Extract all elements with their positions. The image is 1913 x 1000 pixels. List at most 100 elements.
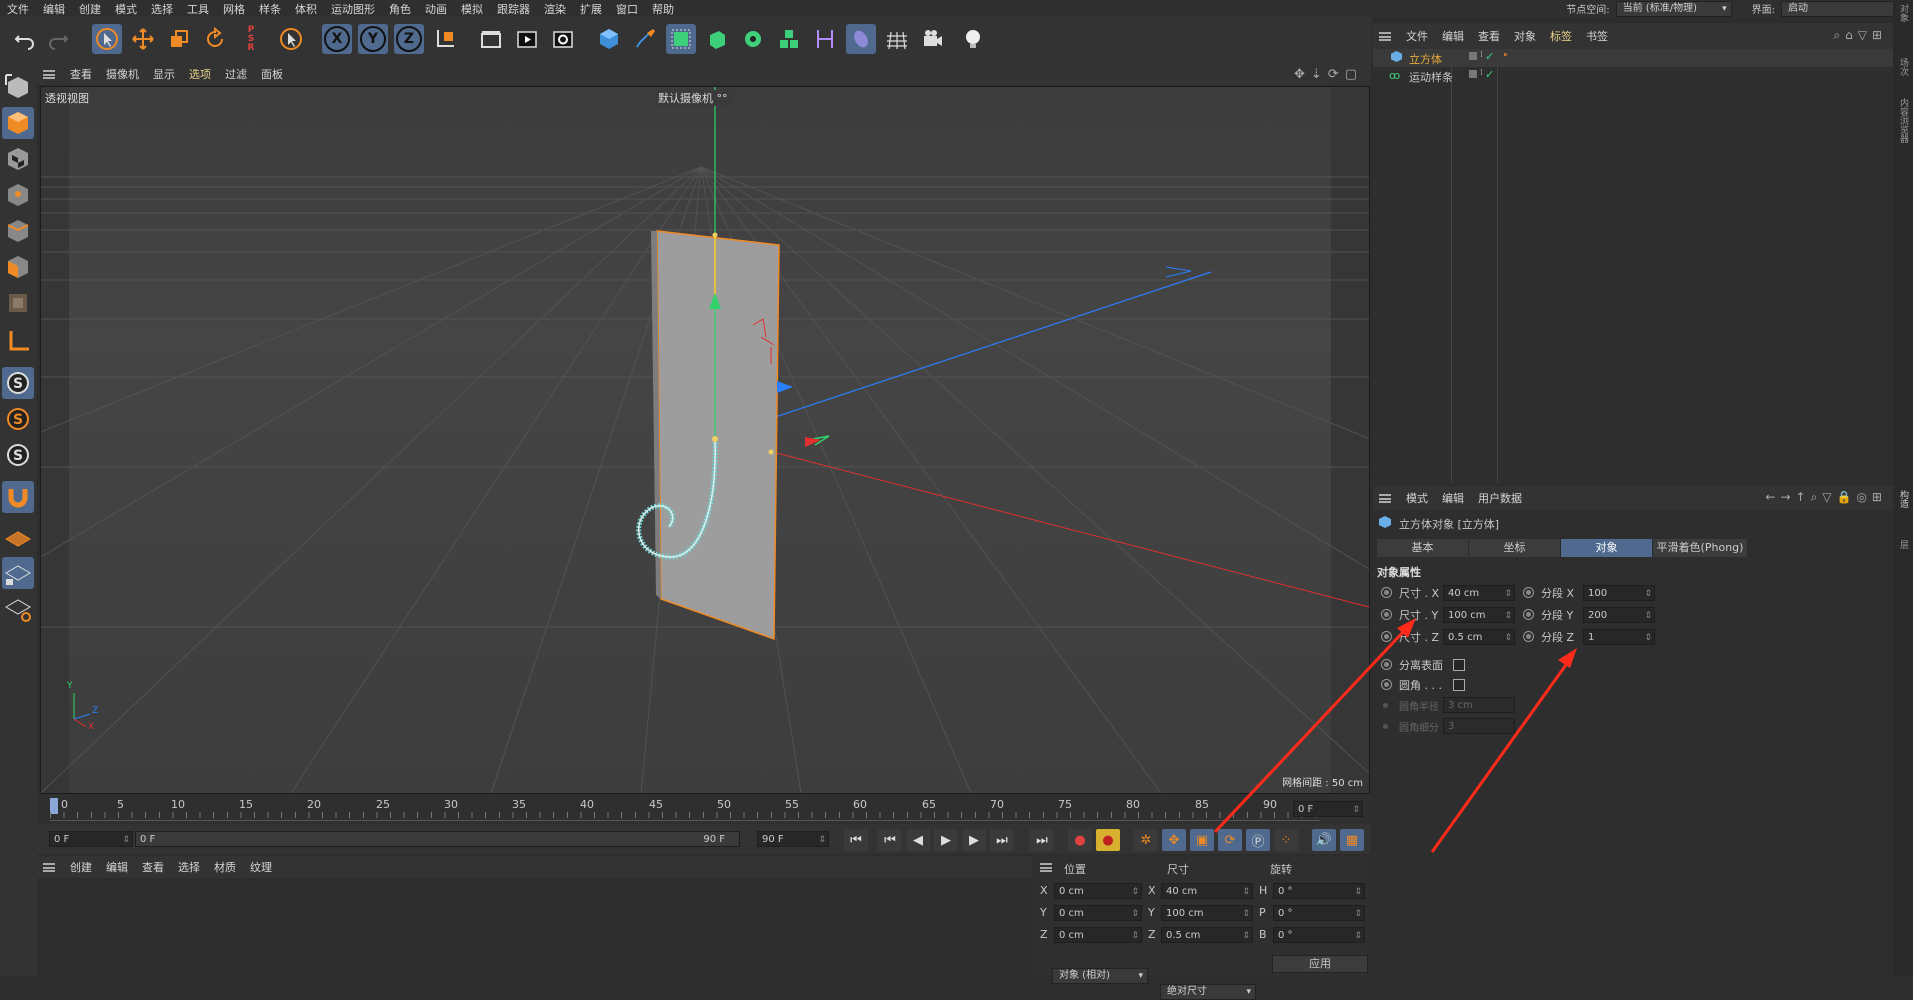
enabled-check-icon[interactable]: ✓ xyxy=(1485,50,1494,63)
menu-spline[interactable]: 样条 xyxy=(252,1,288,17)
magnet-button[interactable] xyxy=(2,481,34,513)
menu-mesh[interactable]: 网格 xyxy=(216,1,252,17)
coord-mode-dropdown[interactable]: 对象 (相对) xyxy=(1052,968,1148,984)
viewport-nav-icons[interactable]: ✥⇣⟳▢ xyxy=(1294,67,1363,82)
size-y-input[interactable]: 100 cm xyxy=(1443,607,1515,624)
menu-animate[interactable]: 动画 xyxy=(418,1,454,17)
size-z-input[interactable]: 0.5 cm xyxy=(1443,629,1515,646)
menu-tracker[interactable]: 跟踪器 xyxy=(490,1,537,17)
tab-basic[interactable]: 基本 xyxy=(1377,539,1469,557)
attribute-menu-mode[interactable]: 模式 xyxy=(1399,490,1435,506)
record-param-button[interactable]: Ⓟ xyxy=(1246,829,1270,851)
size-z-field[interactable]: 0.5 cm xyxy=(1161,927,1253,944)
camera-button[interactable] xyxy=(918,24,948,54)
edge-mode-button[interactable] xyxy=(2,215,34,247)
object-menu-edit[interactable]: 编辑 xyxy=(1435,28,1471,44)
psr-button[interactable]: PSR xyxy=(236,24,266,54)
viewport-menu-cameras[interactable]: 摄像机 xyxy=(99,66,146,82)
segments-x-animate-icon[interactable] xyxy=(1523,587,1534,598)
lock-z-button[interactable]: Z xyxy=(394,24,424,54)
separate-surfaces-checkbox[interactable] xyxy=(1453,659,1465,671)
soft-selection-button[interactable]: S xyxy=(2,403,34,435)
object-menu-file[interactable]: 文件 xyxy=(1399,28,1435,44)
material-area[interactable] xyxy=(37,878,1032,976)
material-menu-create[interactable]: 创建 xyxy=(63,859,99,875)
undo-button[interactable] xyxy=(10,24,40,54)
menu-file[interactable]: 文件 xyxy=(0,1,36,17)
perspective-viewport[interactable]: 透视视图 默认摄像机 °° Y Z X 网格间距 : 50 cm xyxy=(40,86,1370,794)
object-menu-icon[interactable] xyxy=(1379,31,1391,41)
locked-workplane-button[interactable] xyxy=(2,557,34,589)
tag-icon[interactable]: ⁍ xyxy=(1503,50,1508,61)
size-x-input[interactable]: 40 cm xyxy=(1443,585,1515,602)
viewport-menu-filter[interactable]: 过滤 xyxy=(218,66,254,82)
cube-object[interactable] xyxy=(656,230,780,641)
enabled-check-icon[interactable]: ✓ xyxy=(1485,68,1494,81)
node-space-dropdown[interactable]: 当前 (标准/物理) xyxy=(1615,0,1732,17)
uv-mode-button[interactable] xyxy=(2,287,34,319)
object-menu-bookmarks[interactable]: 书签 xyxy=(1579,28,1615,44)
record-button[interactable]: ● xyxy=(1068,829,1092,851)
add-cube-button[interactable] xyxy=(594,24,624,54)
next-frame-button[interactable]: ▶ xyxy=(962,829,986,851)
tab-attributes-vertical[interactable]: 构造 xyxy=(1897,490,1910,508)
axis-mode-button[interactable] xyxy=(2,325,34,357)
viewport-menu-panel[interactable]: 面板 xyxy=(254,66,290,82)
frame-range-slider[interactable]: 0 F 90 F xyxy=(135,831,740,847)
pen-tool-button[interactable] xyxy=(630,24,660,54)
tab-coord[interactable]: 坐标 xyxy=(1469,539,1561,557)
object-name-cube[interactable]: 立方体 xyxy=(1409,51,1442,67)
autokey-button[interactable]: ● xyxy=(1096,829,1120,851)
play-button[interactable]: ▶ xyxy=(934,829,958,851)
menu-window[interactable]: 窗口 xyxy=(609,1,645,17)
next-key-button[interactable]: ⏭ xyxy=(990,829,1014,851)
layer-icon[interactable] xyxy=(1469,52,1477,60)
menu-create[interactable]: 创建 xyxy=(72,1,108,17)
scale-tool-button[interactable] xyxy=(164,24,194,54)
subdivision-button[interactable] xyxy=(666,24,696,54)
menu-mode[interactable]: 模式 xyxy=(108,1,144,17)
pos-x-field[interactable]: 0 cm xyxy=(1054,883,1142,900)
redo-button[interactable] xyxy=(43,24,73,54)
workplane-button[interactable] xyxy=(2,521,34,553)
mograph-button[interactable] xyxy=(774,24,804,54)
size-mode-dropdown[interactable]: 绝对尺寸 xyxy=(1160,984,1256,1000)
viewport-menu-view[interactable]: 查看 xyxy=(63,66,99,82)
record-scale-button[interactable]: ▣ xyxy=(1190,829,1214,851)
keyframe-selection-button[interactable]: ✲ xyxy=(1134,829,1158,851)
segments-x-input[interactable]: 100 xyxy=(1583,585,1655,602)
object-menu-object[interactable]: 对象 xyxy=(1507,28,1543,44)
render-view-button[interactable] xyxy=(512,24,542,54)
render-region-button[interactable] xyxy=(476,24,506,54)
viewport-menu-display[interactable]: 显示 xyxy=(146,66,182,82)
visibility-dots-icon[interactable]: ⁞ xyxy=(1480,50,1483,60)
rot-h-field[interactable]: 0 ° xyxy=(1273,883,1365,900)
timeline-ruler[interactable]: 0 5 10 15 20 25 30 35 40 45 50 55 60 65 … xyxy=(37,794,1371,824)
goto-start-button[interactable]: ⏮ xyxy=(844,829,868,851)
object-row[interactable]: 立方体 ⁞ ✓ ⁍ xyxy=(1373,49,1893,67)
material-menu-texture[interactable]: 纹理 xyxy=(243,859,279,875)
lock-y-button[interactable]: Y xyxy=(358,24,388,54)
point-mode-button[interactable] xyxy=(2,179,34,211)
tab-phong[interactable]: 平滑着色(Phong) xyxy=(1653,539,1748,557)
light-button[interactable] xyxy=(958,24,988,54)
menu-help[interactable]: 帮助 xyxy=(645,1,681,17)
goto-end-button[interactable]: ⏭ xyxy=(1030,829,1054,851)
size-y-animate-icon[interactable] xyxy=(1381,609,1392,620)
visibility-dots-icon[interactable]: ⁞ xyxy=(1480,68,1483,78)
pos-z-field[interactable]: 0 cm xyxy=(1054,927,1142,944)
model-mode-button[interactable] xyxy=(2,107,34,139)
field-button[interactable] xyxy=(846,24,876,54)
polygon-mode-button[interactable] xyxy=(2,251,34,283)
separate-surfaces-animate-icon[interactable] xyxy=(1381,659,1392,670)
end-frame-field[interactable]: 90 F xyxy=(757,831,829,848)
lock-x-button[interactable]: X xyxy=(322,24,352,54)
recent-tool-button[interactable] xyxy=(276,24,306,54)
layer-icon[interactable] xyxy=(1469,70,1477,78)
pos-y-field[interactable]: 0 cm xyxy=(1054,905,1142,922)
prev-frame-button[interactable]: ◀ xyxy=(906,829,930,851)
tab-objects-vertical[interactable]: 对象 xyxy=(1897,4,1910,22)
record-points-button[interactable]: ⁘ xyxy=(1274,829,1298,851)
menu-character[interactable]: 角色 xyxy=(382,1,418,17)
segments-y-input[interactable]: 200 xyxy=(1583,607,1655,624)
